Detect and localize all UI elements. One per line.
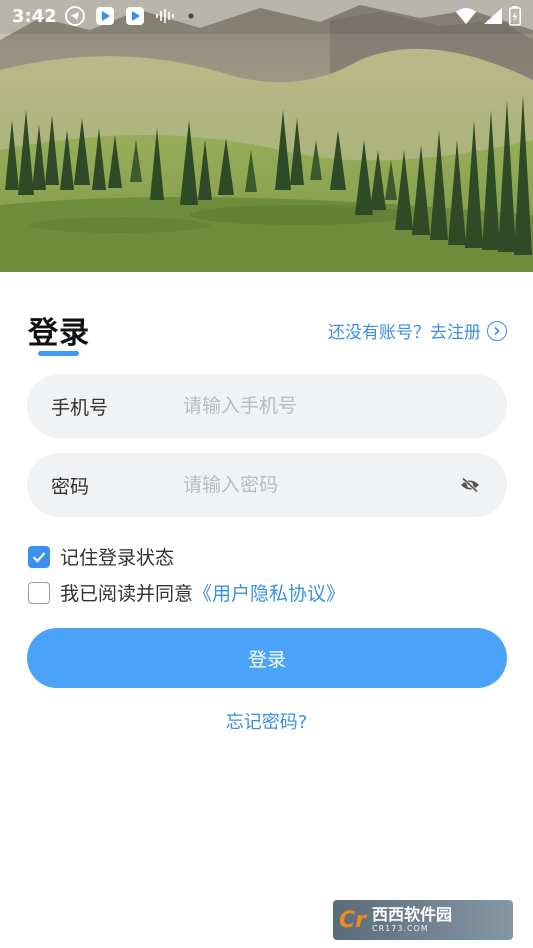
password-field: 密码 bbox=[27, 453, 507, 517]
chevron-right-circle-icon bbox=[487, 320, 507, 341]
audio-wave-icon bbox=[155, 7, 177, 25]
wifi-icon bbox=[455, 7, 477, 25]
landscape-illustration bbox=[0, 0, 533, 272]
video-app-icon bbox=[125, 6, 145, 26]
watermark-text: 西西软件园 CR173.COM bbox=[372, 907, 452, 933]
system-status-icons bbox=[455, 6, 521, 26]
watermark-name: 西西软件园 bbox=[372, 905, 453, 924]
signal-icon bbox=[483, 7, 503, 25]
watermark-logo: Cr 西西软件园 CR173.COM bbox=[333, 900, 513, 940]
hero-landscape-image bbox=[0, 0, 533, 272]
register-link[interactable]: 还没有账号？去注册 bbox=[328, 318, 507, 343]
dot-icon bbox=[187, 12, 195, 20]
privacy-policy-link[interactable]: 《用户隐私协议》 bbox=[193, 579, 345, 606]
eye-off-icon[interactable] bbox=[457, 472, 483, 498]
checkmark-icon bbox=[32, 551, 46, 563]
agree-policy-row: 我已阅读并同意 《用户隐私协议》 bbox=[28, 579, 345, 606]
battery-charging-icon bbox=[509, 6, 521, 26]
agree-checkbox[interactable] bbox=[28, 581, 50, 604]
remember-label: 记住登录状态 bbox=[60, 547, 175, 569]
login-screen: 3:42 登录 还没有账号？去注册 手机号 请输入手机号 密码 记住登录状态 我… bbox=[0, 0, 533, 948]
watermark-url: CR173.COM bbox=[372, 924, 429, 933]
login-button[interactable]: 登录 bbox=[27, 628, 507, 688]
password-input[interactable] bbox=[183, 474, 457, 496]
telegram-icon bbox=[64, 6, 85, 26]
phone-field: 手机号 bbox=[27, 374, 507, 438]
page-title: 登录 bbox=[28, 316, 90, 351]
phone-input[interactable] bbox=[183, 395, 483, 417]
title-underline bbox=[38, 351, 79, 356]
forgot-password-link[interactable]: 忘记密码? bbox=[0, 708, 533, 734]
status-time: 3:42 bbox=[12, 5, 57, 27]
phone-label: 手机号 bbox=[51, 396, 109, 419]
notification-icons bbox=[64, 6, 195, 26]
remember-checkbox[interactable] bbox=[28, 545, 50, 568]
video-app-icon bbox=[95, 6, 115, 26]
remember-login-row[interactable]: 记住登录状态 bbox=[28, 543, 174, 570]
watermark-logo-mark: Cr bbox=[339, 907, 366, 933]
status-bar: 3:42 bbox=[0, 0, 533, 32]
password-label: 密码 bbox=[51, 475, 90, 498]
register-link-label: 还没有账号？去注册 bbox=[328, 323, 481, 343]
agree-label: 我已阅读并同意 bbox=[60, 583, 194, 605]
login-card: 登录 还没有账号？去注册 手机号 密码 bbox=[0, 272, 533, 948]
